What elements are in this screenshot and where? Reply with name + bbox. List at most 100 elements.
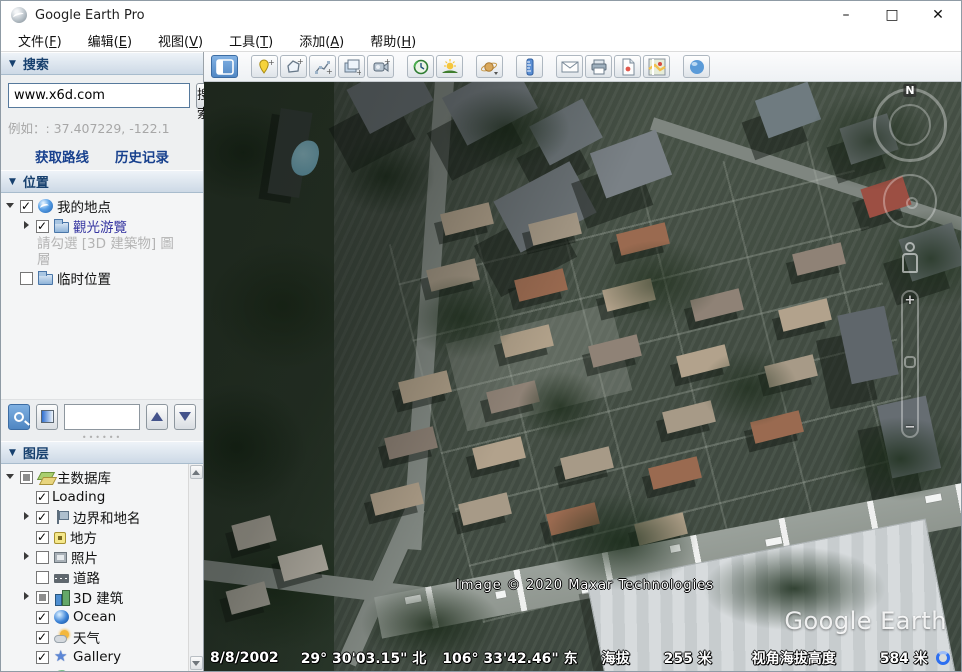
sightseeing-tour-label[interactable]: 觀光游覽	[73, 216, 127, 236]
menu-item-3[interactable]: 工具(T)	[216, 29, 286, 52]
search-places-button[interactable]	[8, 404, 30, 430]
places-filter-input[interactable]	[64, 404, 140, 430]
places-panel-header[interactable]: ▼ 位置	[1, 170, 203, 193]
scroll-up-button[interactable]	[190, 465, 203, 479]
add-path-button[interactable]: +	[309, 55, 336, 78]
roads-checkbox[interactable]	[36, 571, 49, 584]
menu-item-2[interactable]: 视图(V)	[145, 29, 216, 52]
map-viewport[interactable]: Image © 2020 Maxar Technologies Google E…	[204, 82, 961, 671]
zoom-slider-thumb[interactable]	[904, 356, 916, 368]
north-indicator[interactable]: N	[903, 84, 916, 97]
zoom-slider[interactable]: + −	[901, 290, 919, 438]
globe2-icon	[54, 670, 69, 671]
sidebar-toggle-button[interactable]	[211, 55, 238, 78]
expand-icon[interactable]	[21, 591, 33, 603]
move-joystick[interactable]	[883, 174, 937, 228]
temporary-places-checkbox[interactable]	[20, 272, 33, 285]
primary-database-checkbox[interactable]	[20, 471, 33, 484]
google-earth-logo-icon	[11, 7, 27, 23]
panel-splitter[interactable]: ••••••	[1, 433, 203, 441]
record-tour-button[interactable]: +	[367, 55, 394, 78]
menu-item-5[interactable]: 帮助(H)	[357, 29, 429, 52]
get-directions-link[interactable]: 获取路线	[35, 146, 89, 166]
tree-item-sightseeing-tour: 觀光游覽	[1, 216, 203, 236]
status-bar: 8/8/2002 29° 30'03.15" 北 106° 33'42.46" …	[204, 647, 961, 669]
collapse-icon[interactable]	[5, 471, 17, 483]
expand-icon[interactable]	[21, 551, 33, 563]
close-button[interactable]: ✕	[915, 1, 961, 29]
ocean-checkbox[interactable]	[36, 611, 49, 624]
my-places-checkbox[interactable]	[20, 200, 33, 213]
pegman-icon[interactable]	[899, 242, 921, 278]
my-places-label[interactable]: 我的地点	[57, 196, 111, 216]
share-button[interactable]	[683, 55, 710, 78]
places-layer-label[interactable]: 地方	[70, 527, 97, 547]
layers-panel-header[interactable]: ▼ 图层	[1, 441, 203, 464]
gallery-label[interactable]: Gallery	[73, 649, 121, 665]
print-icon	[590, 58, 608, 76]
road	[338, 503, 425, 666]
gradient-square-icon	[41, 410, 54, 423]
zoom-out-button[interactable]: −	[905, 420, 916, 435]
add-polygon-button[interactable]: +	[280, 55, 307, 78]
expand-icon[interactable]	[21, 220, 33, 232]
ruler-button[interactable]	[516, 55, 543, 78]
search-input[interactable]	[8, 83, 190, 108]
menu-item-4[interactable]: 添加(A)	[286, 29, 357, 52]
temporary-places-label[interactable]: 临时位置	[57, 268, 111, 288]
print-button[interactable]	[585, 55, 612, 78]
planets-button[interactable]	[476, 55, 503, 78]
next-result-button[interactable]	[174, 404, 196, 430]
gallery-checkbox[interactable]	[36, 651, 49, 664]
search-panel-header[interactable]: ▼ 搜索	[1, 52, 203, 75]
view-in-google-maps-icon	[648, 58, 666, 76]
folder-icon	[38, 274, 53, 285]
magnifier-icon	[14, 412, 24, 422]
arrow-up-icon	[151, 412, 163, 421]
ocean-label[interactable]: Ocean	[73, 609, 116, 625]
sunlight-button[interactable]	[436, 55, 463, 78]
road-icon	[54, 574, 69, 583]
maximize-button[interactable]: □	[869, 1, 915, 29]
menu-item-1[interactable]: 编辑(E)	[75, 29, 145, 52]
scroll-down-button[interactable]	[190, 656, 203, 670]
layers-scrollbar[interactable]	[188, 464, 203, 671]
roads-label[interactable]: 道路	[73, 567, 100, 587]
photos-label[interactable]: 照片	[71, 547, 98, 567]
road	[402, 82, 454, 550]
3d-buildings-checkbox[interactable]	[36, 591, 49, 604]
photos-checkbox[interactable]	[36, 551, 49, 564]
view-in-google-maps-button[interactable]	[643, 55, 670, 78]
loading-checkbox[interactable]	[36, 491, 49, 504]
compass-control[interactable]: N	[873, 88, 947, 162]
global-awareness-label[interactable]: 全球问题：芳要者	[73, 667, 181, 671]
borders-labels-label[interactable]: 边界和地名	[73, 507, 141, 527]
loading-label[interactable]: Loading	[52, 489, 105, 505]
minimize-button[interactable]: –	[823, 1, 869, 29]
borders-labels-checkbox[interactable]	[36, 511, 49, 524]
save-image-button[interactable]	[614, 55, 641, 78]
history-link[interactable]: 历史记录	[115, 146, 169, 166]
3d-buildings-label[interactable]: 3D 建筑	[73, 587, 123, 607]
add-image-overlay-button[interactable]: +	[338, 55, 365, 78]
weather-label[interactable]: 天气	[73, 627, 100, 647]
places-layer-checkbox[interactable]	[36, 531, 49, 544]
weather-checkbox[interactable]	[36, 631, 49, 644]
imagery-date[interactable]: 8/8/2002	[210, 650, 279, 666]
primary-database-label[interactable]: 主数据库	[57, 467, 111, 487]
global-awareness-checkbox[interactable]	[36, 671, 49, 672]
collapse-icon[interactable]	[5, 200, 17, 212]
previous-result-button[interactable]	[146, 404, 168, 430]
look-joystick[interactable]	[889, 104, 931, 146]
historical-imagery-button[interactable]	[407, 55, 434, 78]
add-polygon-icon: +	[285, 58, 303, 76]
menu-item-0[interactable]: 文件(F)	[5, 29, 75, 52]
sightseeing-tour-checkbox[interactable]	[36, 220, 49, 233]
expand-icon[interactable]	[21, 511, 33, 523]
zoom-in-button[interactable]: +	[905, 293, 916, 308]
places-view-toggle-button[interactable]	[36, 404, 58, 430]
add-placemark-button[interactable]: +	[251, 55, 278, 78]
sidebar-toggle-icon	[216, 59, 234, 75]
forest-area	[204, 82, 334, 671]
email-button[interactable]	[556, 55, 583, 78]
